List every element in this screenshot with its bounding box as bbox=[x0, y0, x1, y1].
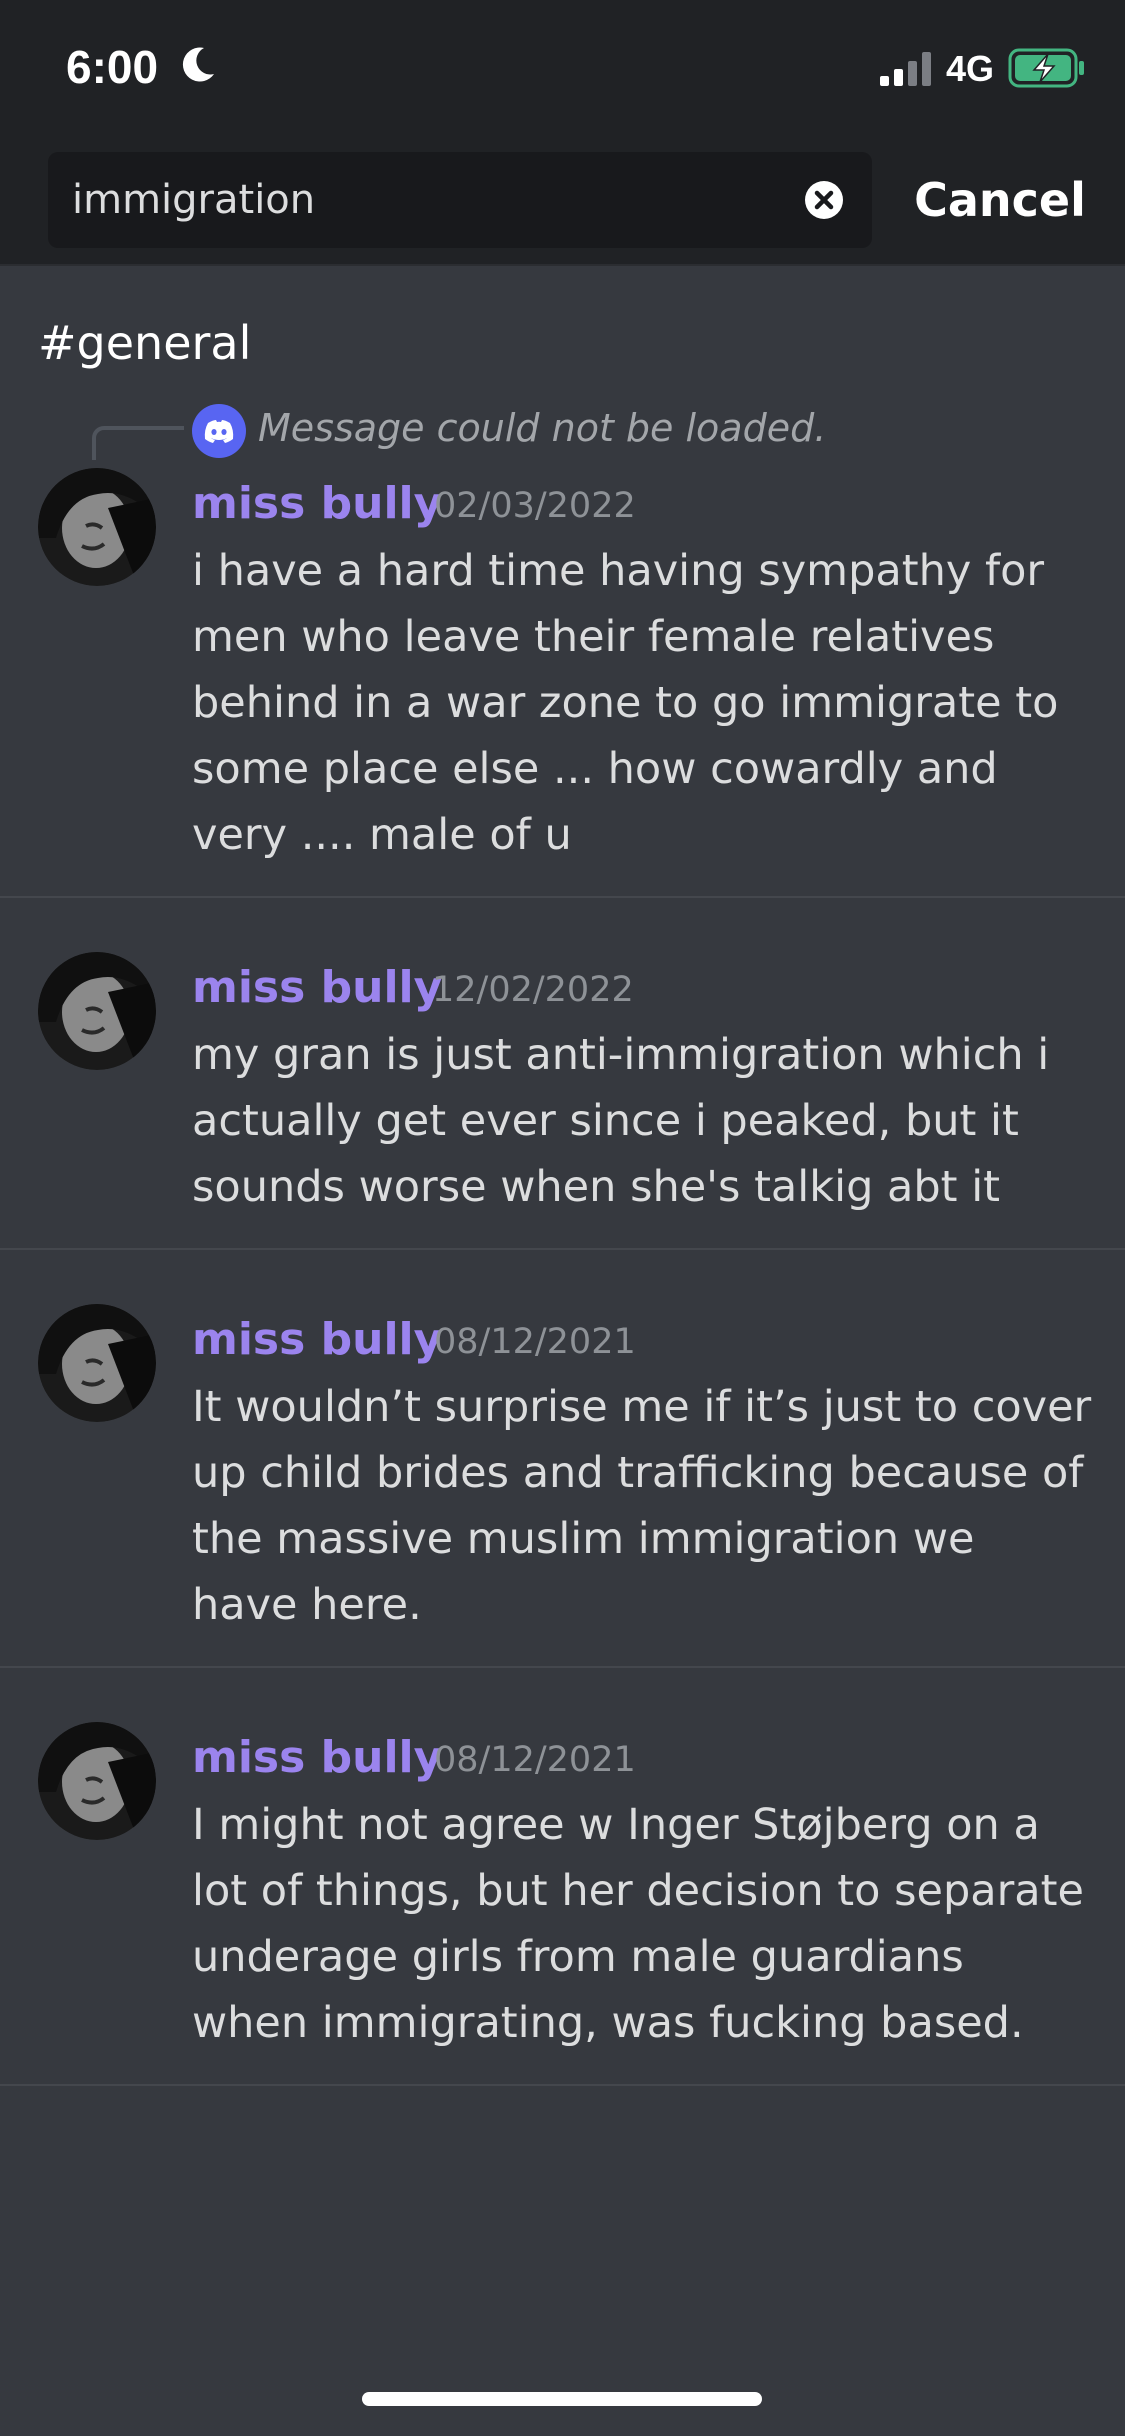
channel-name[interactable]: #general bbox=[38, 316, 251, 370]
author-name[interactable]: miss bully bbox=[192, 962, 442, 1013]
message-timestamp: 02/03/2022 bbox=[434, 486, 636, 526]
search-header: Cancel bbox=[0, 140, 1125, 266]
author-name[interactable]: miss bully bbox=[192, 478, 442, 529]
cancel-button[interactable]: Cancel bbox=[900, 158, 1100, 242]
search-input[interactable] bbox=[72, 152, 792, 248]
discord-icon bbox=[192, 404, 246, 458]
message-timestamp: 12/02/2022 bbox=[432, 970, 634, 1010]
message-timestamp: 08/12/2021 bbox=[434, 1740, 636, 1780]
avatar[interactable] bbox=[38, 1304, 156, 1422]
message-timestamp: 08/12/2021 bbox=[434, 1322, 636, 1362]
avatar[interactable] bbox=[38, 1722, 156, 1840]
battery-charging-icon bbox=[1008, 48, 1084, 88]
message-text: I might not agree w Inger Støjberg on a … bbox=[192, 1800, 1084, 2048]
reply-connector bbox=[92, 426, 184, 460]
author-name[interactable]: miss bully bbox=[192, 1732, 442, 1783]
author-name[interactable]: miss bully bbox=[192, 1314, 442, 1365]
signal-icon bbox=[880, 52, 931, 86]
status-bar: 6:00 4G bbox=[0, 0, 1125, 140]
avatar[interactable] bbox=[38, 468, 156, 586]
status-time: 6:00 bbox=[66, 41, 159, 93]
search-box[interactable] bbox=[48, 152, 872, 248]
message-item[interactable]: miss bully 02/03/2022 i have a hard time… bbox=[0, 460, 1125, 898]
message-text: my gran is just anti-immigration which i… bbox=[192, 1030, 1050, 1212]
message-text: It wouldn’t surprise me if it’s just to … bbox=[192, 1382, 1092, 1630]
reply-reference-text[interactable]: Message could not be loaded. bbox=[258, 406, 826, 450]
message-text: i have a hard time having sympathy for m… bbox=[192, 546, 1059, 860]
message-item[interactable]: miss bully 08/12/2021 I might not agree … bbox=[0, 1668, 1125, 2086]
message-item[interactable]: miss bully 12/02/2022 my gran is just an… bbox=[0, 898, 1125, 1250]
network-label: 4G bbox=[946, 48, 995, 89]
home-indicator[interactable] bbox=[362, 2392, 762, 2406]
moon-icon bbox=[182, 47, 214, 82]
message-item[interactable]: miss bully 08/12/2021 It wouldn’t surpri… bbox=[0, 1250, 1125, 1668]
avatar[interactable] bbox=[38, 952, 156, 1070]
clear-search-icon[interactable] bbox=[804, 180, 844, 220]
